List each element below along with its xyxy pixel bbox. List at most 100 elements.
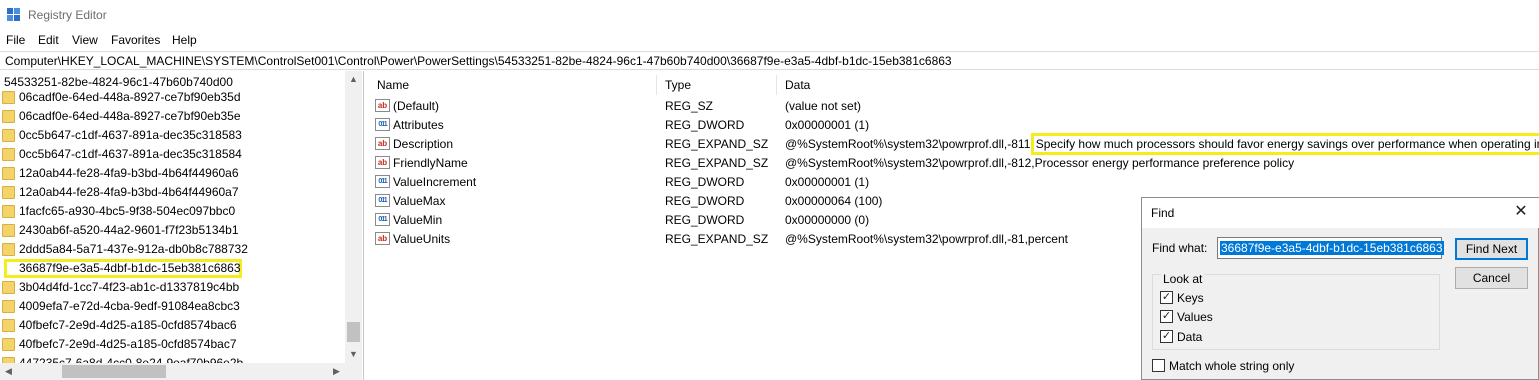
value-row[interactable]: 011 ValueIncrement REG_DWORD 0x00000001 (1) xyxy=(369,172,1539,191)
tree-item-label: 40fbefc7-2e9d-4d25-a185-0cfd8574bac6 xyxy=(19,318,237,332)
tree-item-label: 4009efa7-e72d-4cba-9edf-91084ea8cbc3 xyxy=(19,299,240,313)
value-row[interactable]: ab (Default) REG_SZ (value not set) xyxy=(369,96,1539,115)
value-data: (value not set) xyxy=(785,99,861,113)
string-value-icon: ab xyxy=(375,99,390,112)
menu-view[interactable]: View xyxy=(72,33,98,47)
tree-item[interactable]: 2430ab6f-a520-44a2-9601-f7f23b5134b1 xyxy=(0,221,345,240)
tree-item[interactable]: 06cadf0e-64ed-448a-8927-ce7bf90eb35d xyxy=(0,88,345,107)
data-label[interactable]: Data xyxy=(1177,330,1202,344)
value-type: REG_DWORD xyxy=(665,213,745,227)
keys-label[interactable]: Keys xyxy=(1177,291,1204,305)
menu-help[interactable]: Help xyxy=(172,33,197,47)
tree-item[interactable]: 12a0ab44-fe28-4fa9-b3bd-4b64f44960a7 xyxy=(0,183,345,202)
dword-value-icon: 011 xyxy=(375,213,390,226)
tree-parent-key[interactable]: 54533251-82be-4824-96c1-47b60b740d00 xyxy=(4,75,233,89)
value-type: REG_EXPAND_SZ xyxy=(665,156,769,170)
cancel-button[interactable]: Cancel xyxy=(1455,267,1528,289)
tree-item[interactable]: 12a0ab44-fe28-4fa9-b3bd-4b64f44960a6 xyxy=(0,164,345,183)
value-name: FriendlyName xyxy=(393,156,468,170)
value-data: 0x00000001 (1) xyxy=(785,175,869,189)
scrollbar-thumb[interactable] xyxy=(62,365,166,378)
find-what-input[interactable]: 36687f9e-e3a5-4dbf-b1dc-15eb381c6863 xyxy=(1217,237,1444,259)
tree-item[interactable]: 40fbefc7-2e9d-4d25-a185-0cfd8574bac6 xyxy=(0,316,345,335)
folder-icon xyxy=(2,91,15,104)
match-whole-checkbox[interactable] xyxy=(1152,359,1165,372)
tree-item[interactable]: 3b04d4fd-1cc7-4f23-ab1c-d1337819c4bb xyxy=(0,278,345,297)
tree-item-label: 12a0ab44-fe28-4fa9-b3bd-4b64f44960a7 xyxy=(19,185,239,199)
menu-edit[interactable]: Edit xyxy=(38,33,59,47)
value-data-text: 0x00000001 (1) xyxy=(785,175,870,189)
scroll-left-icon[interactable]: ◀ xyxy=(0,363,17,380)
keys-checkbox[interactable]: ✓ xyxy=(1160,291,1173,304)
menu-file[interactable]: File xyxy=(6,33,25,47)
tree-item[interactable]: 0cc5b647-c1df-4637-891a-dec35c318584 xyxy=(0,145,345,164)
scroll-right-icon[interactable]: ▶ xyxy=(328,363,345,380)
value-data: @%SystemRoot%\system32\powrprof.dll,-811… xyxy=(785,133,1539,155)
value-data-text: 0x00000001 (1) xyxy=(785,118,870,132)
menu-bar: File Edit View Favorites Help xyxy=(0,30,1539,50)
tree-horizontal-scrollbar[interactable]: ◀ ▶ xyxy=(0,363,345,380)
value-data-text: @%SystemRoot%\system32\powrprof.dll,-812… xyxy=(785,156,1295,170)
key-tree-pane: 54533251-82be-4824-96c1-47b60b740d00 06c… xyxy=(0,71,364,380)
tree-item[interactable]: 40fbefc7-2e9d-4d25-a185-0cfd8574bac7 xyxy=(0,335,345,354)
dword-value-icon: 011 xyxy=(375,194,390,207)
tree-item-label: 0cc5b647-c1df-4637-891a-dec35c318583 xyxy=(19,128,242,142)
find-what-label: Find what: xyxy=(1152,241,1208,255)
value-name: ValueIncrement xyxy=(393,175,477,189)
value-data-text: (value not set) xyxy=(785,99,862,113)
scroll-up-icon[interactable]: ▲ xyxy=(345,71,362,88)
folder-icon xyxy=(2,110,15,123)
dword-value-icon: 011 xyxy=(375,118,390,131)
value-data: 0x00000001 (1) xyxy=(785,118,869,132)
folder-icon xyxy=(2,167,15,180)
find-dialog-title: Find xyxy=(1151,206,1175,220)
value-type: REG_DWORD xyxy=(665,194,745,208)
value-name: (Default) xyxy=(393,99,440,113)
value-data: @%SystemRoot%\system32\powrprof.dll,-81,… xyxy=(785,232,1068,246)
tree-item[interactable]: 0cc5b647-c1df-4637-891a-dec35c318583 xyxy=(0,126,345,145)
scrollbar-thumb[interactable] xyxy=(347,322,360,342)
find-dialog-title-bar: Find ✕ xyxy=(1142,198,1539,228)
match-whole-label[interactable]: Match whole string only xyxy=(1169,359,1294,373)
column-separator[interactable] xyxy=(656,75,657,95)
string-value-icon: ab xyxy=(375,156,390,169)
tree-item[interactable]: 36687f9e-e3a5-4dbf-b1dc-15eb381c6863 xyxy=(4,259,242,278)
find-what-value[interactable]: 36687f9e-e3a5-4dbf-b1dc-15eb381c6863 xyxy=(1220,241,1444,255)
value-data: @%SystemRoot%\system32\powrprof.dll,-812… xyxy=(785,156,1294,170)
column-header-data[interactable]: Data xyxy=(785,78,810,92)
tree-item[interactable]: 2ddd5a84-5a71-437e-912a-db0b8c788732 xyxy=(0,240,345,259)
value-data-text: 0x00000000 (0) xyxy=(785,213,870,227)
menu-favorites[interactable]: Favorites xyxy=(111,33,160,47)
window-title: Registry Editor xyxy=(28,8,107,22)
value-row[interactable]: ab Description REG_EXPAND_SZ @%SystemRoot%\… xyxy=(369,133,1539,155)
value-type: REG_DWORD xyxy=(665,175,745,189)
folder-icon xyxy=(2,338,15,351)
values-label[interactable]: Values xyxy=(1177,310,1213,324)
find-next-button[interactable]: Find Next xyxy=(1455,238,1528,260)
value-data-text: @%SystemRoot%\system32\powrprof.dll,-811… xyxy=(785,137,1034,151)
tree-item[interactable]: 4009efa7-e72d-4cba-9edf-91084ea8cbc3 xyxy=(0,297,345,316)
tree-vertical-scrollbar[interactable]: ▲ ▼ xyxy=(345,71,362,363)
folder-icon xyxy=(2,319,15,332)
column-header-type[interactable]: Type xyxy=(665,78,691,92)
column-header-name[interactable]: Name xyxy=(377,78,409,92)
tree-item-label: 36687f9e-e3a5-4dbf-b1dc-15eb381c6863 xyxy=(19,261,241,275)
column-separator[interactable] xyxy=(776,75,777,95)
string-value-icon: ab xyxy=(375,137,390,150)
close-icon[interactable]: ✕ xyxy=(1511,202,1531,222)
tree-item[interactable]: 06cadf0e-64ed-448a-8927-ce7bf90eb35e xyxy=(0,107,345,126)
tree-item[interactable]: 1facfc65-a930-4bc5-9f38-504ec097bbc0 xyxy=(0,202,345,221)
values-checkbox[interactable]: ✓ xyxy=(1160,310,1173,323)
tree-item-label: 2ddd5a84-5a71-437e-912a-db0b8c788732 xyxy=(19,242,248,256)
folder-icon xyxy=(2,224,15,237)
address-path[interactable]: Computer\HKEY_LOCAL_MACHINE\SYSTEM\Contr… xyxy=(5,54,952,68)
value-data-text: 0x00000064 (100) xyxy=(785,194,883,208)
scroll-down-icon[interactable]: ▼ xyxy=(345,346,362,363)
address-bar[interactable]: Computer\HKEY_LOCAL_MACHINE\SYSTEM\Contr… xyxy=(0,51,1539,70)
title-bar: Registry Editor xyxy=(0,0,1539,30)
data-checkbox[interactable]: ✓ xyxy=(1160,330,1173,343)
value-type: REG_DWORD xyxy=(665,118,745,132)
folder-icon xyxy=(2,148,15,161)
value-row[interactable]: ab FriendlyName REG_EXPAND_SZ @%SystemRoot%… xyxy=(369,153,1539,172)
value-row[interactable]: 011 Attributes REG_DWORD 0x00000001 (1) xyxy=(369,115,1539,134)
